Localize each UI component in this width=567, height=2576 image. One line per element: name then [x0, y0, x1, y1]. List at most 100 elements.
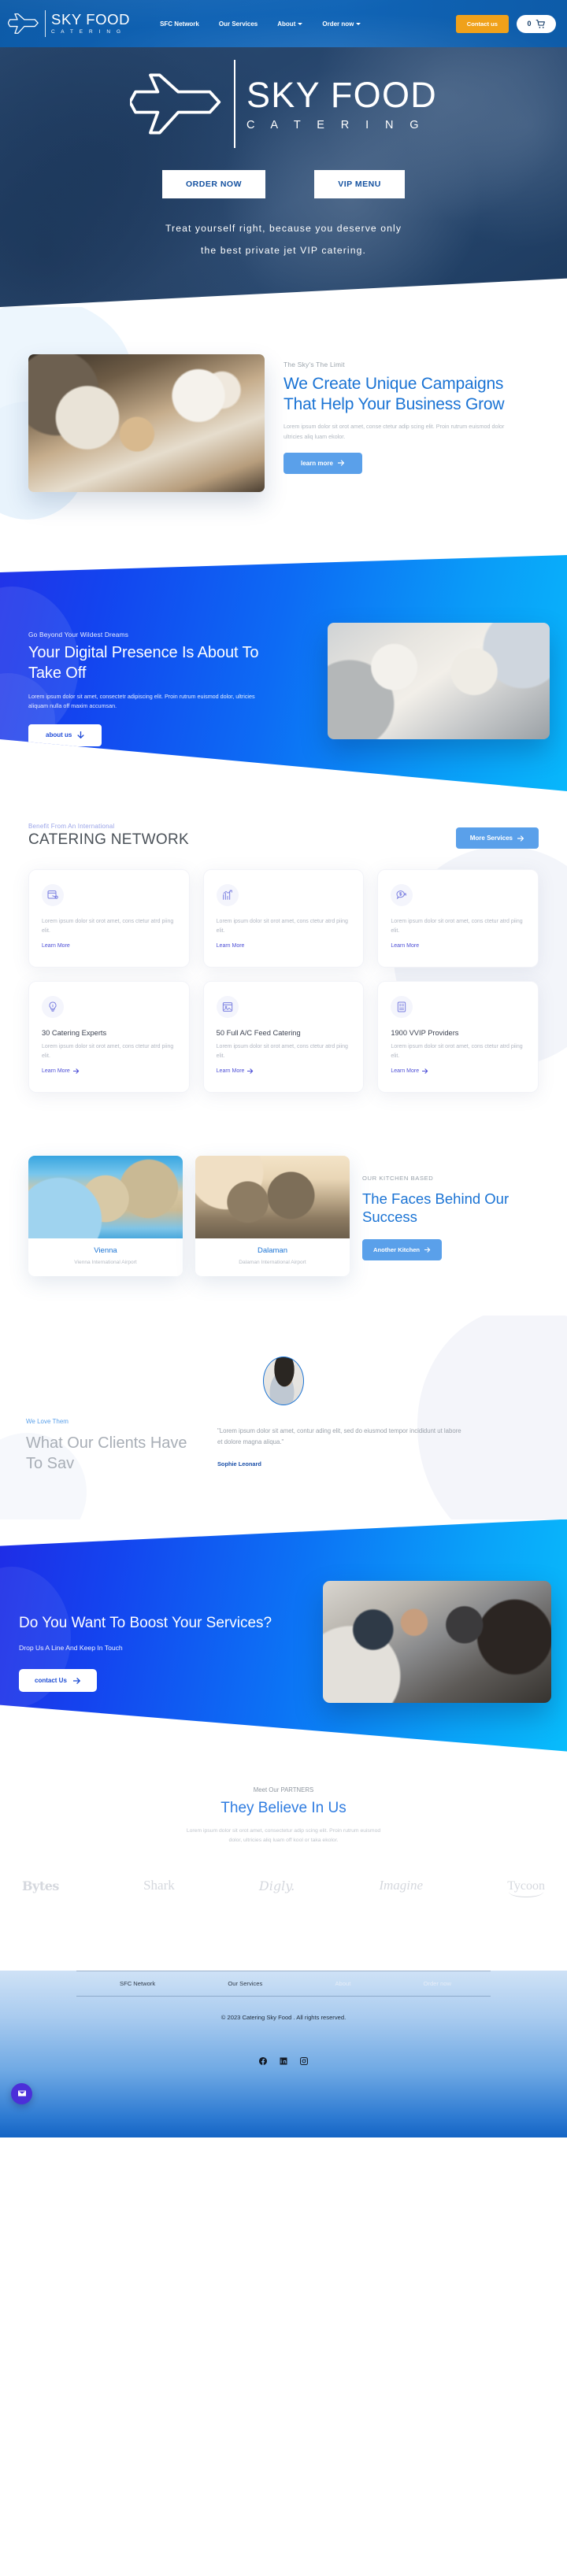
instagram-icon[interactable] [299, 2056, 309, 2070]
footer-link-our-services[interactable]: Our Services [228, 1980, 262, 1987]
partners-body: Lorem ipsum dolor sit orot amet, consect… [186, 1827, 381, 1844]
footer-divider-bottom [76, 1995, 491, 1997]
campaign-photo [28, 354, 265, 492]
testimonial-author: Sophie Leonard [217, 1460, 261, 1468]
cart-button[interactable]: 0 [517, 14, 556, 33]
service-card[interactable]: Lorem ipsum dolor sit orot amet, cons ct… [28, 869, 190, 968]
partner-logos: Bytes Shark Digly. Imagine Tycoon [0, 1878, 567, 1897]
service-card-text: Lorem ipsum dolor sit orot amet, cons ct… [216, 919, 348, 934]
vip-menu-button[interactable]: VIP MENU [314, 170, 405, 198]
testimonial-section: We Love Them What Our Clients Have To Sa… [0, 1315, 567, 1519]
footer-link-about[interactable]: About [335, 1980, 350, 1987]
top-navbar: SKY FOOD C A T E R I N G SFC Network Our… [0, 0, 567, 47]
button-label: contact Us [35, 1677, 67, 1685]
brand-divider [45, 10, 46, 37]
service-card-learn-more-link[interactable]: Learn More [391, 943, 419, 949]
arrow-right-icon [517, 835, 524, 842]
order-now-button[interactable]: ORDER NOW [162, 170, 265, 198]
footer-links: SFC Network Our Services About Order now [76, 1971, 491, 1996]
chevron-down-icon [298, 22, 303, 25]
link-label: Learn More [391, 942, 420, 949]
dalaman-photo [195, 1155, 350, 1238]
vienna-photo [28, 1155, 183, 1238]
button-label: More Services [469, 835, 513, 842]
digital-presence-section: Go Beyond Your Wildest Dreams Your Digit… [0, 555, 567, 791]
hero-tagline-line2: the best private jet VIP catering. [201, 245, 366, 257]
service-card-title: 50 Full A/C Feed Catering [216, 1028, 301, 1037]
service-card[interactable]: 50 Full A/C Feed Catering Lorem ipsum do… [202, 980, 365, 1093]
link-label: Learn More [42, 1068, 70, 1074]
kitchen-card-dalaman[interactable]: Dalaman Dalaman International Airport [195, 1155, 350, 1276]
linkedin-icon[interactable] [279, 2056, 288, 2070]
boost-heading: Do You Want To Boost Your Services? [19, 1614, 272, 1631]
campaign-heading: We Create Unique Campaigns That Help You… [284, 375, 505, 413]
more-services-button[interactable]: More Services [455, 827, 539, 849]
dollar-chat-icon [391, 884, 413, 906]
nav-links: SFC Network Our Services About Order now [160, 20, 361, 28]
arrow-right-icon [72, 1068, 79, 1074]
hero-logo: SKY FOOD C A T E R I N G [0, 60, 567, 148]
service-card-learn-more-link[interactable]: Learn More [217, 1068, 254, 1074]
arrow-right-icon [424, 1247, 431, 1253]
cart-count: 0 [527, 20, 532, 28]
footer-link-order-now[interactable]: Order now [424, 1980, 451, 1987]
kitchen-name: Vienna [94, 1245, 117, 1255]
partner-logo-digly: Digly. [258, 1878, 295, 1893]
digital-body: Lorem ipsum dolor sit amet, consectetr a… [28, 693, 255, 710]
footer-social-links [76, 2056, 491, 2070]
campaign-eyebrow: The Sky's The Limit [284, 361, 345, 368]
nav-link-about[interactable]: About [277, 20, 303, 28]
campaign-learn-more-button[interactable]: learn more [284, 452, 362, 474]
service-card-learn-more-link[interactable]: Learn More [217, 943, 245, 949]
hero-section: SKY FOOD C A T E R I N G ORDER NOW VIP M… [0, 47, 567, 307]
partners-heading: They Believe In Us [220, 1799, 346, 1816]
contact-us-button[interactable]: Contact us [455, 14, 509, 33]
kitchen-card-vienna[interactable]: Vienna Vienna International Airport [28, 1155, 183, 1276]
document-text-icon [391, 995, 413, 1018]
digital-photo [328, 623, 550, 739]
service-card[interactable]: Lorem ipsum dolor sit orot amet, cons ct… [202, 869, 365, 968]
arrow-right-icon [72, 1677, 80, 1684]
hero-title: SKY FOOD [246, 74, 438, 115]
service-card-text: Lorem ipsum dolor sit orot amet, cons ct… [42, 1043, 174, 1059]
nav-link-order-now[interactable]: Order now [322, 20, 361, 28]
button-label: learn more [301, 459, 333, 467]
nav-link-label: Our Services [218, 20, 258, 28]
kitchens-section: Vienna Vienna International Airport Dala… [0, 1131, 567, 1316]
service-card-learn-more-link[interactable]: Learn More [42, 1068, 80, 1074]
share-window-icon [42, 884, 64, 906]
service-card-title: 1900 VVIP Providers [391, 1028, 459, 1037]
service-card-text: Lorem ipsum dolor sit orot amet, cons ct… [391, 919, 523, 934]
facebook-icon[interactable] [258, 2056, 268, 2070]
arrow-right-icon [422, 1068, 428, 1074]
link-label: Learn More [216, 942, 245, 949]
testimonial-quote: "Lorem ipsum dolor sit amet, contur adin… [217, 1427, 461, 1445]
hero-subtitle: C A T E R I N G [246, 118, 425, 131]
footer-link-sfc-network[interactable]: SFC Network [120, 1980, 155, 1987]
nav-link-our-services[interactable]: Our Services [219, 20, 258, 28]
chat-mail-fab-button[interactable] [11, 2082, 32, 2104]
hero-divider [233, 60, 235, 148]
testimonial-eyebrow: We Love Them [26, 1417, 69, 1425]
service-card[interactable]: 30 Catering Experts Lorem ipsum dolor si… [28, 980, 190, 1093]
digital-eyebrow: Go Beyond Your Wildest Dreams [28, 631, 129, 638]
contact-us-cta-button[interactable]: contact Us [19, 1669, 97, 1693]
service-card-text: Lorem ipsum dolor sit orot amet, cons ct… [216, 1043, 348, 1059]
kitchens-eyebrow: OUR KITCHEN BASED [362, 1174, 434, 1182]
nav-link-sfc-network[interactable]: SFC Network [160, 20, 199, 28]
service-card[interactable]: 1900 VVIP Providers Lorem ipsum dolor si… [377, 980, 539, 1093]
service-card-learn-more-link[interactable]: Learn More [391, 1068, 428, 1074]
brand-logo[interactable]: SKY FOOD C A T E R I N G [8, 10, 130, 37]
partners-section: Meet Our PARTNERS They Believe In Us Lor… [0, 1751, 567, 1917]
brand-title: SKY FOOD [51, 11, 131, 28]
service-card-learn-more-link[interactable]: Learn More [42, 943, 70, 949]
nav-link-label: SFC Network [160, 20, 199, 28]
link-label: Learn More [216, 1068, 245, 1074]
service-card[interactable]: Lorem ipsum dolor sit orot amet, cons ct… [377, 869, 539, 968]
another-kitchen-button[interactable]: Another Kitchen [362, 1238, 443, 1260]
network-eyebrow: Benefit From An International [28, 823, 115, 830]
about-us-button[interactable]: about us [28, 724, 102, 746]
network-heading: CATERING NETWORK [28, 831, 189, 848]
hero-tagline: Treat yourself right, because you deserv… [0, 217, 567, 261]
airplane-logo-icon [129, 73, 221, 135]
